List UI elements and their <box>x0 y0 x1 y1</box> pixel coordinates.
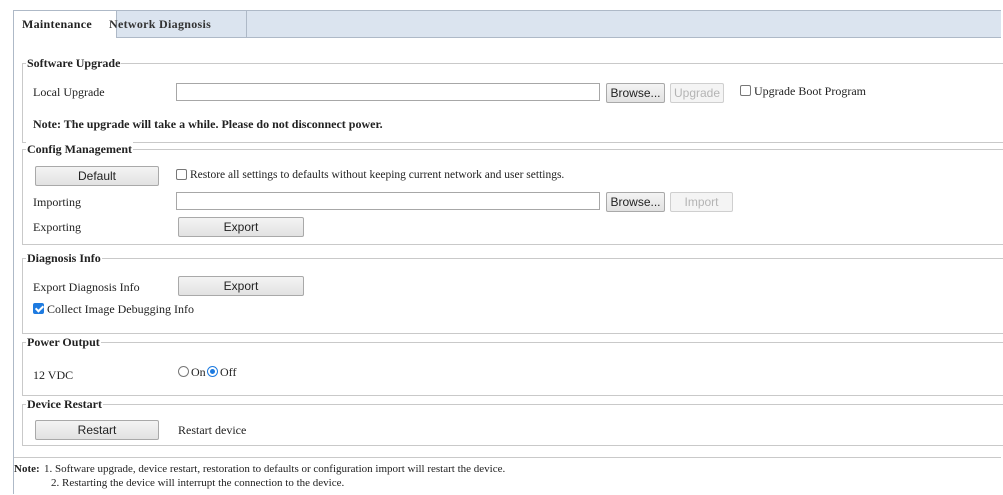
power-on-radio[interactable] <box>178 366 189 377</box>
section-title: Power Output <box>26 335 101 349</box>
collect-debugging-checkbox[interactable] <box>33 303 44 314</box>
footer-note: Note: 1. Software upgrade, device restar… <box>14 457 1001 495</box>
section-title: Device Restart <box>26 397 103 411</box>
note-label: Note: <box>14 463 40 475</box>
browse-import-button[interactable]: Browse... <box>606 192 665 212</box>
tab-bar: Maintenance Network Diagnosis <box>14 11 1001 38</box>
power-output-section: Power Output 12 VDC On Off <box>22 335 1003 396</box>
exporting-label: Exporting <box>33 220 81 234</box>
note-line-2: 2. Restarting the device will interrupt … <box>51 477 345 489</box>
browse-upgrade-button[interactable]: Browse... <box>606 83 665 103</box>
restart-button[interactable]: Restart <box>35 420 159 440</box>
section-title: Diagnosis Info <box>26 251 102 265</box>
upgrade-button[interactable]: Upgrade <box>670 83 724 103</box>
local-upgrade-label: Local Upgrade <box>33 85 105 99</box>
restore-defaults-checkbox[interactable] <box>176 169 187 180</box>
importing-label: Importing <box>33 195 81 209</box>
device-restart-section: Device Restart Restart Restart device <box>22 397 1003 446</box>
12vdc-label: 12 VDC <box>33 368 74 382</box>
config-management-section: Config Management Default Restore all se… <box>22 142 1003 245</box>
export-config-button[interactable]: Export <box>178 217 304 237</box>
restore-defaults-label: Restore all settings to defaults without… <box>190 169 565 181</box>
note-line-1: 1. Software upgrade, device restart, res… <box>44 463 506 475</box>
tab-network-diagnosis[interactable]: Network Diagnosis <box>101 11 247 37</box>
software-upgrade-section: Software Upgrade Local Upgrade Browse...… <box>22 56 1003 143</box>
power-off-label: Off <box>220 365 237 379</box>
export-diagnosis-label: Export Diagnosis Info <box>33 280 140 294</box>
import-file-input[interactable] <box>176 192 600 210</box>
section-title: Software Upgrade <box>26 56 122 70</box>
export-diagnosis-button[interactable]: Export <box>178 276 304 296</box>
upgrade-note: Note: The upgrade will take a while. Ple… <box>33 117 383 131</box>
power-on-label: On <box>191 365 206 379</box>
maintenance-panel: Maintenance Network Diagnosis Software U… <box>13 10 1003 495</box>
import-button[interactable]: Import <box>670 192 733 212</box>
restart-device-label: Restart device <box>178 423 247 437</box>
power-off-radio[interactable] <box>207 366 218 377</box>
upgrade-boot-program-label: Upgrade Boot Program <box>754 84 866 98</box>
collect-debugging-label: Collect Image Debugging Info <box>47 302 194 316</box>
upgrade-boot-program-checkbox[interactable] <box>740 85 751 96</box>
diagnosis-info-section: Diagnosis Info Export Diagnosis Info Exp… <box>22 251 1003 334</box>
default-button[interactable]: Default <box>35 166 159 186</box>
upgrade-file-input[interactable] <box>176 83 600 101</box>
section-title: Config Management <box>26 142 133 156</box>
